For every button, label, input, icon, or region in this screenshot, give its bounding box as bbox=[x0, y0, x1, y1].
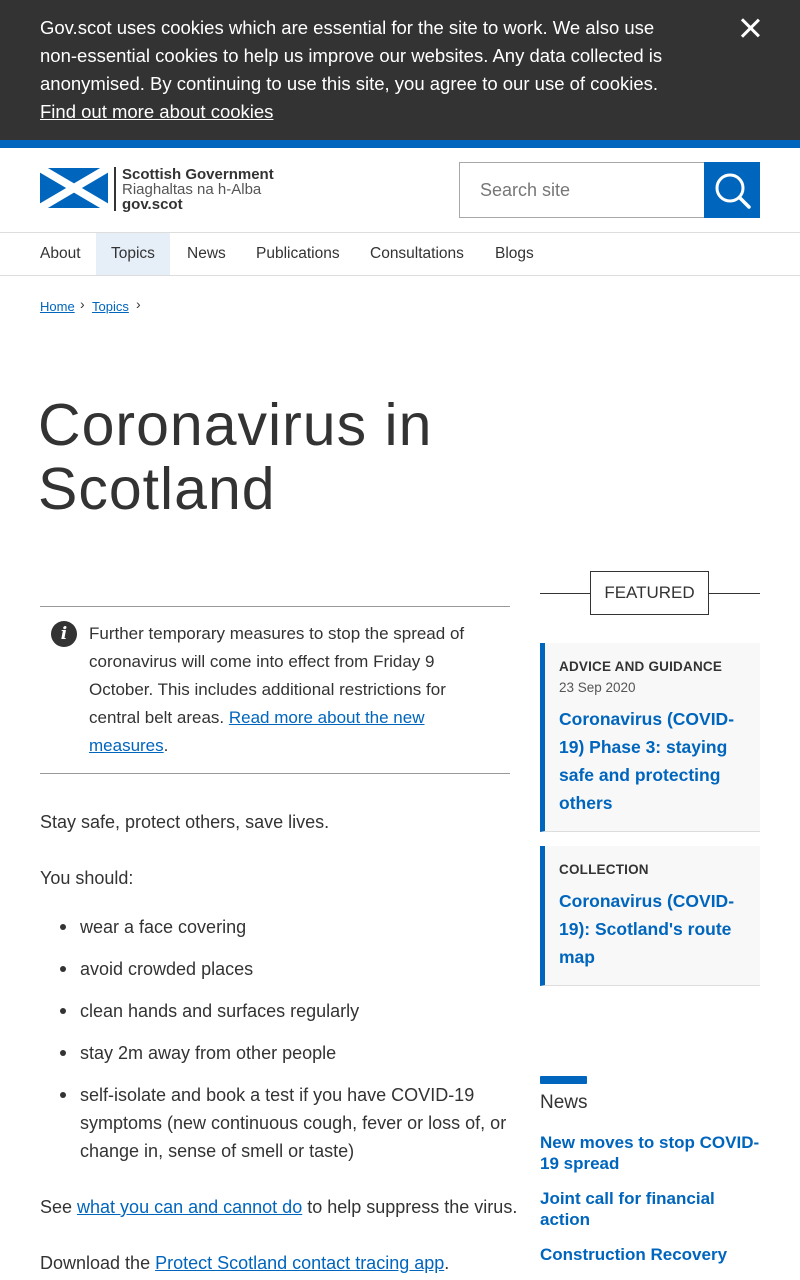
search-button[interactable] bbox=[704, 162, 760, 218]
logo-divider bbox=[114, 167, 116, 211]
notice-end: . bbox=[163, 736, 169, 755]
featured-rule-right bbox=[709, 593, 760, 594]
list-item: wear a face covering bbox=[60, 913, 510, 941]
logo-line-3: gov.scot bbox=[122, 196, 183, 213]
featured-heading: FEATURED bbox=[590, 571, 709, 615]
card-type: COLLECTION bbox=[559, 862, 649, 877]
cookie-info-link[interactable]: Find out more about cookies bbox=[40, 101, 273, 122]
you-should-text: You should: bbox=[40, 868, 134, 888]
header-accent-bar bbox=[0, 140, 800, 148]
info-notice: i Further temporary measures to stop the… bbox=[40, 606, 510, 774]
news-link[interactable]: Joint call for financial action bbox=[540, 1188, 765, 1230]
info-icon: i bbox=[51, 621, 77, 647]
nav-item-about[interactable]: About bbox=[40, 233, 81, 275]
logo-line-2: Riaghaltas na h-Alba bbox=[122, 181, 262, 198]
news-accent-bar bbox=[540, 1076, 587, 1084]
search-icon bbox=[715, 173, 751, 209]
page-title: Coronavirus in Scotland bbox=[38, 392, 433, 522]
see-suffix: to help suppress the virus. bbox=[302, 1197, 518, 1217]
list-item: stay 2m away from other people bbox=[60, 1039, 510, 1067]
nav-item-blogs[interactable]: Blogs bbox=[495, 233, 534, 275]
download-prefix: Download the bbox=[40, 1253, 156, 1273]
card-type: ADVICE AND GUIDANCE bbox=[559, 659, 723, 674]
intro-text: Stay safe, protect others, save lives. bbox=[40, 812, 330, 832]
main-nav: About Topics News Publications Consultat… bbox=[0, 233, 800, 275]
advice-list: wear a face covering avoid crowded place… bbox=[60, 913, 510, 1179]
contact-tracing-app-link[interactable]: Protect Scotland contact tracing app bbox=[155, 1253, 444, 1273]
nav-item-consultations[interactable]: Consultations bbox=[370, 233, 464, 275]
list-item: avoid crowded places bbox=[60, 955, 510, 983]
card-date: 23 Sep 2020 bbox=[559, 680, 636, 695]
featured-card[interactable]: ADVICE AND GUIDANCE 23 Sep 2020 Coronavi… bbox=[540, 643, 760, 832]
featured-rule-left bbox=[540, 593, 590, 594]
nav-rule-bottom bbox=[0, 275, 800, 276]
card-title-link[interactable]: Coronavirus (COVID-19): Scotland's route… bbox=[559, 887, 749, 971]
chevron-right-icon: › bbox=[80, 296, 85, 312]
nav-item-publications[interactable]: Publications bbox=[256, 233, 340, 275]
close-icon[interactable] bbox=[734, 12, 766, 44]
cookie-banner: Gov.scot uses cookies which are essentia… bbox=[0, 0, 800, 140]
breadcrumb-topics[interactable]: Topics bbox=[92, 299, 129, 314]
list-item: clean hands and surfaces regularly bbox=[60, 997, 510, 1025]
saltire-flag-icon bbox=[40, 168, 108, 208]
cookie-message: Gov.scot uses cookies which are essentia… bbox=[40, 14, 680, 126]
card-title-link[interactable]: Coronavirus (COVID-19) Phase 3: staying … bbox=[559, 705, 749, 817]
download-text: Download the Protect Scotland contact tr… bbox=[40, 1249, 449, 1277]
see-prefix: See bbox=[40, 1197, 78, 1217]
news-heading: News bbox=[540, 1092, 588, 1113]
see-text: See what you can and cannot do to help s… bbox=[40, 1193, 517, 1221]
site-logo[interactable]: Scottish Government Riaghaltas na h-Alba… bbox=[40, 167, 280, 213]
chevron-right-icon: › bbox=[136, 296, 141, 312]
breadcrumb-home[interactable]: Home bbox=[40, 299, 75, 314]
nav-item-topics[interactable]: Topics bbox=[96, 233, 170, 275]
news-link[interactable]: New moves to stop COVID-19 spread bbox=[540, 1132, 765, 1174]
list-item: self-isolate and book a test if you have… bbox=[60, 1081, 510, 1165]
notice-text: Further temporary measures to stop the s… bbox=[89, 620, 489, 760]
nav-item-news[interactable]: News bbox=[187, 233, 226, 275]
featured-card[interactable]: COLLECTION Coronavirus (COVID-19): Scotl… bbox=[540, 846, 760, 986]
cookie-text: Gov.scot uses cookies which are essentia… bbox=[40, 17, 663, 94]
download-suffix: . bbox=[444, 1253, 450, 1273]
what-you-can-do-link[interactable]: what you can and cannot do bbox=[77, 1197, 302, 1217]
news-link[interactable]: Construction Recovery bbox=[540, 1244, 765, 1265]
logo-line-1: Scottish Government bbox=[122, 166, 274, 183]
search-input[interactable]: Search site bbox=[459, 162, 705, 218]
